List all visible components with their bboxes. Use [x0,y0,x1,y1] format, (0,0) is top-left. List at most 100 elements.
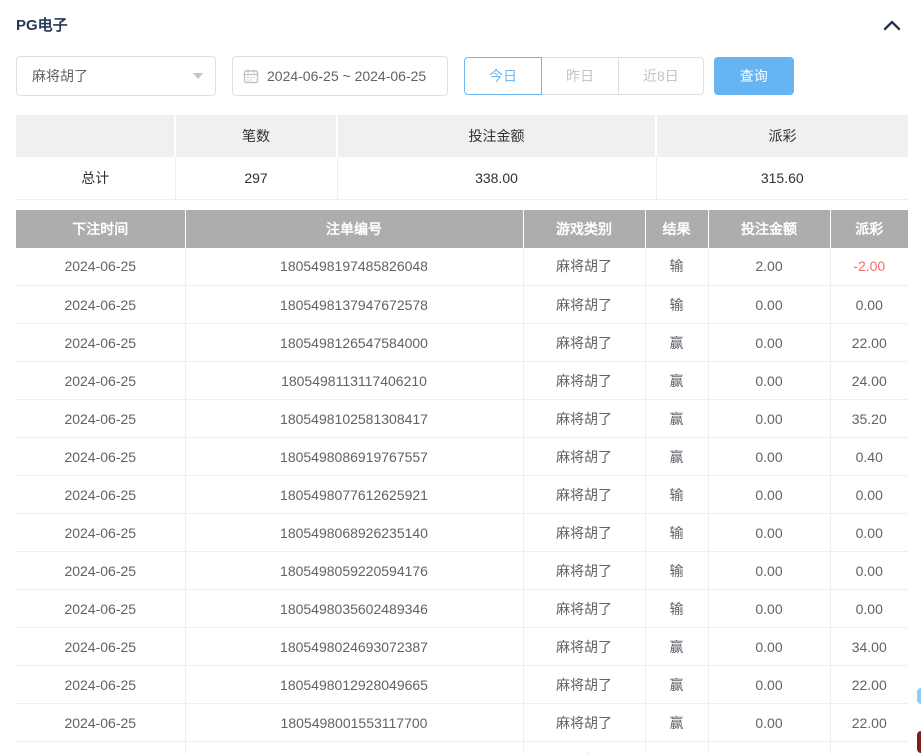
game-type-cell: 麻将胡了 [523,742,645,754]
table-row: 2024-06-251805497991545409536麻将胡了赢0.0022… [16,742,908,754]
bet-amount-cell: 0.00 [708,286,830,324]
payout-cell: 34.00 [830,628,908,666]
bet-time-cell: 2024-06-25 [16,476,185,514]
result-cell: 赢 [645,628,708,666]
collapse-panel-button[interactable] [883,19,901,31]
chevron-up-icon [883,19,901,31]
table-row: 2024-06-251805498113117406210麻将胡了赢0.0024… [16,362,908,400]
records-header-bet-id: 注单编号 [185,210,523,248]
table-row: 2024-06-251805498102581308417麻将胡了赢0.0035… [16,400,908,438]
game-type-cell: 麻将胡了 [523,590,645,628]
bet-id-cell: 1805498012928049665 [185,666,523,704]
game-type-cell: 麻将胡了 [523,514,645,552]
table-row: 2024-06-251805498086919767557麻将胡了赢0.000.… [16,438,908,476]
bet-id-cell: 1805498126547584000 [185,324,523,362]
game-type-cell: 麻将胡了 [523,248,645,286]
date-range-input[interactable]: 2024-06-25 ~ 2024-06-25 [232,56,448,96]
table-row: 2024-06-251805498068926235140麻将胡了输0.000.… [16,514,908,552]
result-cell: 赢 [645,438,708,476]
records-header-bet-amount: 投注金额 [708,210,830,248]
result-cell: 输 [645,248,708,286]
bet-amount-cell: 0.00 [708,552,830,590]
summary-total-count: 297 [175,157,337,199]
game-select[interactable]: 麻将胡了 [16,56,216,96]
game-type-cell: 麻将胡了 [523,324,645,362]
result-cell: 输 [645,590,708,628]
game-type-cell: 麻将胡了 [523,628,645,666]
summary-header-blank [16,115,175,157]
floating-widget-blue-cutoff[interactable] [917,688,921,704]
bet-amount-cell: 0.00 [708,514,830,552]
summary-header-count: 笔数 [175,115,337,157]
payout-cell: 0.00 [830,552,908,590]
table-row: 2024-06-251805498126547584000麻将胡了赢0.0022… [16,324,908,362]
game-type-cell: 麻将胡了 [523,704,645,742]
summary-header-row: 笔数 投注金额 派彩 [16,115,908,157]
bet-time-cell: 2024-06-25 [16,362,185,400]
bet-time-cell: 2024-06-25 [16,438,185,476]
bet-id-cell: 1805498086919767557 [185,438,523,476]
bet-time-cell: 2024-06-25 [16,324,185,362]
bet-time-cell: 2024-06-25 [16,590,185,628]
result-cell: 输 [645,552,708,590]
bet-amount-cell: 0.00 [708,400,830,438]
payout-cell: -2.00 [830,248,908,286]
bet-time-cell: 2024-06-25 [16,514,185,552]
result-cell: 赢 [645,704,708,742]
bet-time-cell: 2024-06-25 [16,248,185,286]
records-table: 下注时间 注单编号 游戏类别 结果 投注金额 派彩 2024-06-251805… [16,210,908,754]
bet-id-cell: 1805498024693072387 [185,628,523,666]
bet-amount-cell: 0.00 [708,438,830,476]
table-row: 2024-06-251805498024693072387麻将胡了赢0.0034… [16,628,908,666]
panel-header: PG电子 [0,0,921,35]
result-cell: 赢 [645,362,708,400]
result-cell: 赢 [645,324,708,362]
bet-id-cell: 1805498059220594176 [185,552,523,590]
game-type-cell: 麻将胡了 [523,666,645,704]
payout-cell: 0.00 [830,514,908,552]
bet-amount-cell: 0.00 [708,590,830,628]
records-header-game-type: 游戏类别 [523,210,645,248]
game-type-cell: 麻将胡了 [523,476,645,514]
table-row: 2024-06-251805498077612625921麻将胡了输0.000.… [16,476,908,514]
result-cell: 赢 [645,742,708,754]
bet-amount-cell: 0.00 [708,704,830,742]
floating-widget-red-cutoff[interactable] [917,731,921,753]
payout-cell: 0.00 [830,476,908,514]
summary-table: 笔数 投注金额 派彩 总计 297 338.00 315.60 [16,115,908,200]
bet-time-cell: 2024-06-25 [16,286,185,324]
bet-time-cell: 2024-06-25 [16,742,185,754]
bet-amount-cell: 0.00 [708,666,830,704]
today-button[interactable]: 今日 [464,57,542,95]
payout-cell: 24.00 [830,362,908,400]
quick-date-button-group: 今日 昨日 近8日 [464,57,704,95]
filter-bar: 麻将胡了 2024-06-25 ~ 2024-06-25 今日 昨日 近8日 查… [16,56,905,96]
bet-time-cell: 2024-06-25 [16,666,185,704]
query-button[interactable]: 查询 [714,57,794,95]
payout-cell: 22.00 [830,704,908,742]
bet-amount-cell: 0.00 [708,742,830,754]
bet-id-cell: 1805498113117406210 [185,362,523,400]
bet-id-cell: 1805498068926235140 [185,514,523,552]
bet-amount-cell: 0.00 [708,628,830,666]
bet-amount-cell: 0.00 [708,362,830,400]
summary-total-payout: 315.60 [656,157,908,199]
bet-time-cell: 2024-06-25 [16,400,185,438]
result-cell: 输 [645,476,708,514]
chevron-down-icon [193,73,203,79]
bet-id-cell: 1805498137947672578 [185,286,523,324]
summary-total-label: 总计 [16,157,175,199]
payout-cell: 0.00 [830,590,908,628]
bet-id-cell: 1805498197485826048 [185,248,523,286]
summary-total-row: 总计 297 338.00 315.60 [16,157,908,199]
yesterday-button[interactable]: 昨日 [541,57,619,95]
payout-cell: 35.20 [830,400,908,438]
game-type-cell: 麻将胡了 [523,286,645,324]
bet-time-cell: 2024-06-25 [16,552,185,590]
bet-id-cell: 1805497991545409536 [185,742,523,754]
game-type-cell: 麻将胡了 [523,552,645,590]
records-header-payout: 派彩 [830,210,908,248]
last-8-days-button[interactable]: 近8日 [618,57,704,95]
bet-time-cell: 2024-06-25 [16,628,185,666]
bet-amount-cell: 2.00 [708,248,830,286]
